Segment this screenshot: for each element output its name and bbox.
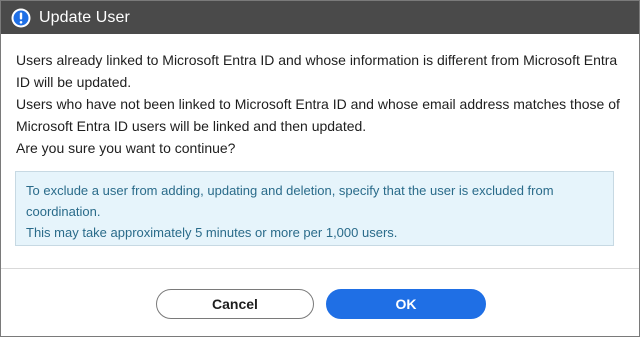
info-line: To exclude a user from adding, updating … [26,183,554,219]
info-notice: To exclude a user from adding, updating … [15,171,614,246]
update-user-dialog: Update User Users already linked to Micr… [0,0,640,337]
cancel-button[interactable]: Cancel [156,289,314,319]
dialog-message: Users already linked to Microsoft Entra … [16,49,626,159]
dialog-titlebar: Update User [1,1,639,34]
exclamation-circle-icon [11,8,31,28]
message-line: Users already linked to Microsoft Entra … [16,52,618,90]
message-line: Users who have not been linked to Micros… [16,96,620,134]
message-line: Are you sure you want to continue? [16,140,236,156]
info-line: This may take approximately 5 minutes or… [26,225,398,240]
dialog-title: Update User [39,8,130,26]
ok-button[interactable]: OK [326,289,486,319]
footer-divider [1,268,639,269]
